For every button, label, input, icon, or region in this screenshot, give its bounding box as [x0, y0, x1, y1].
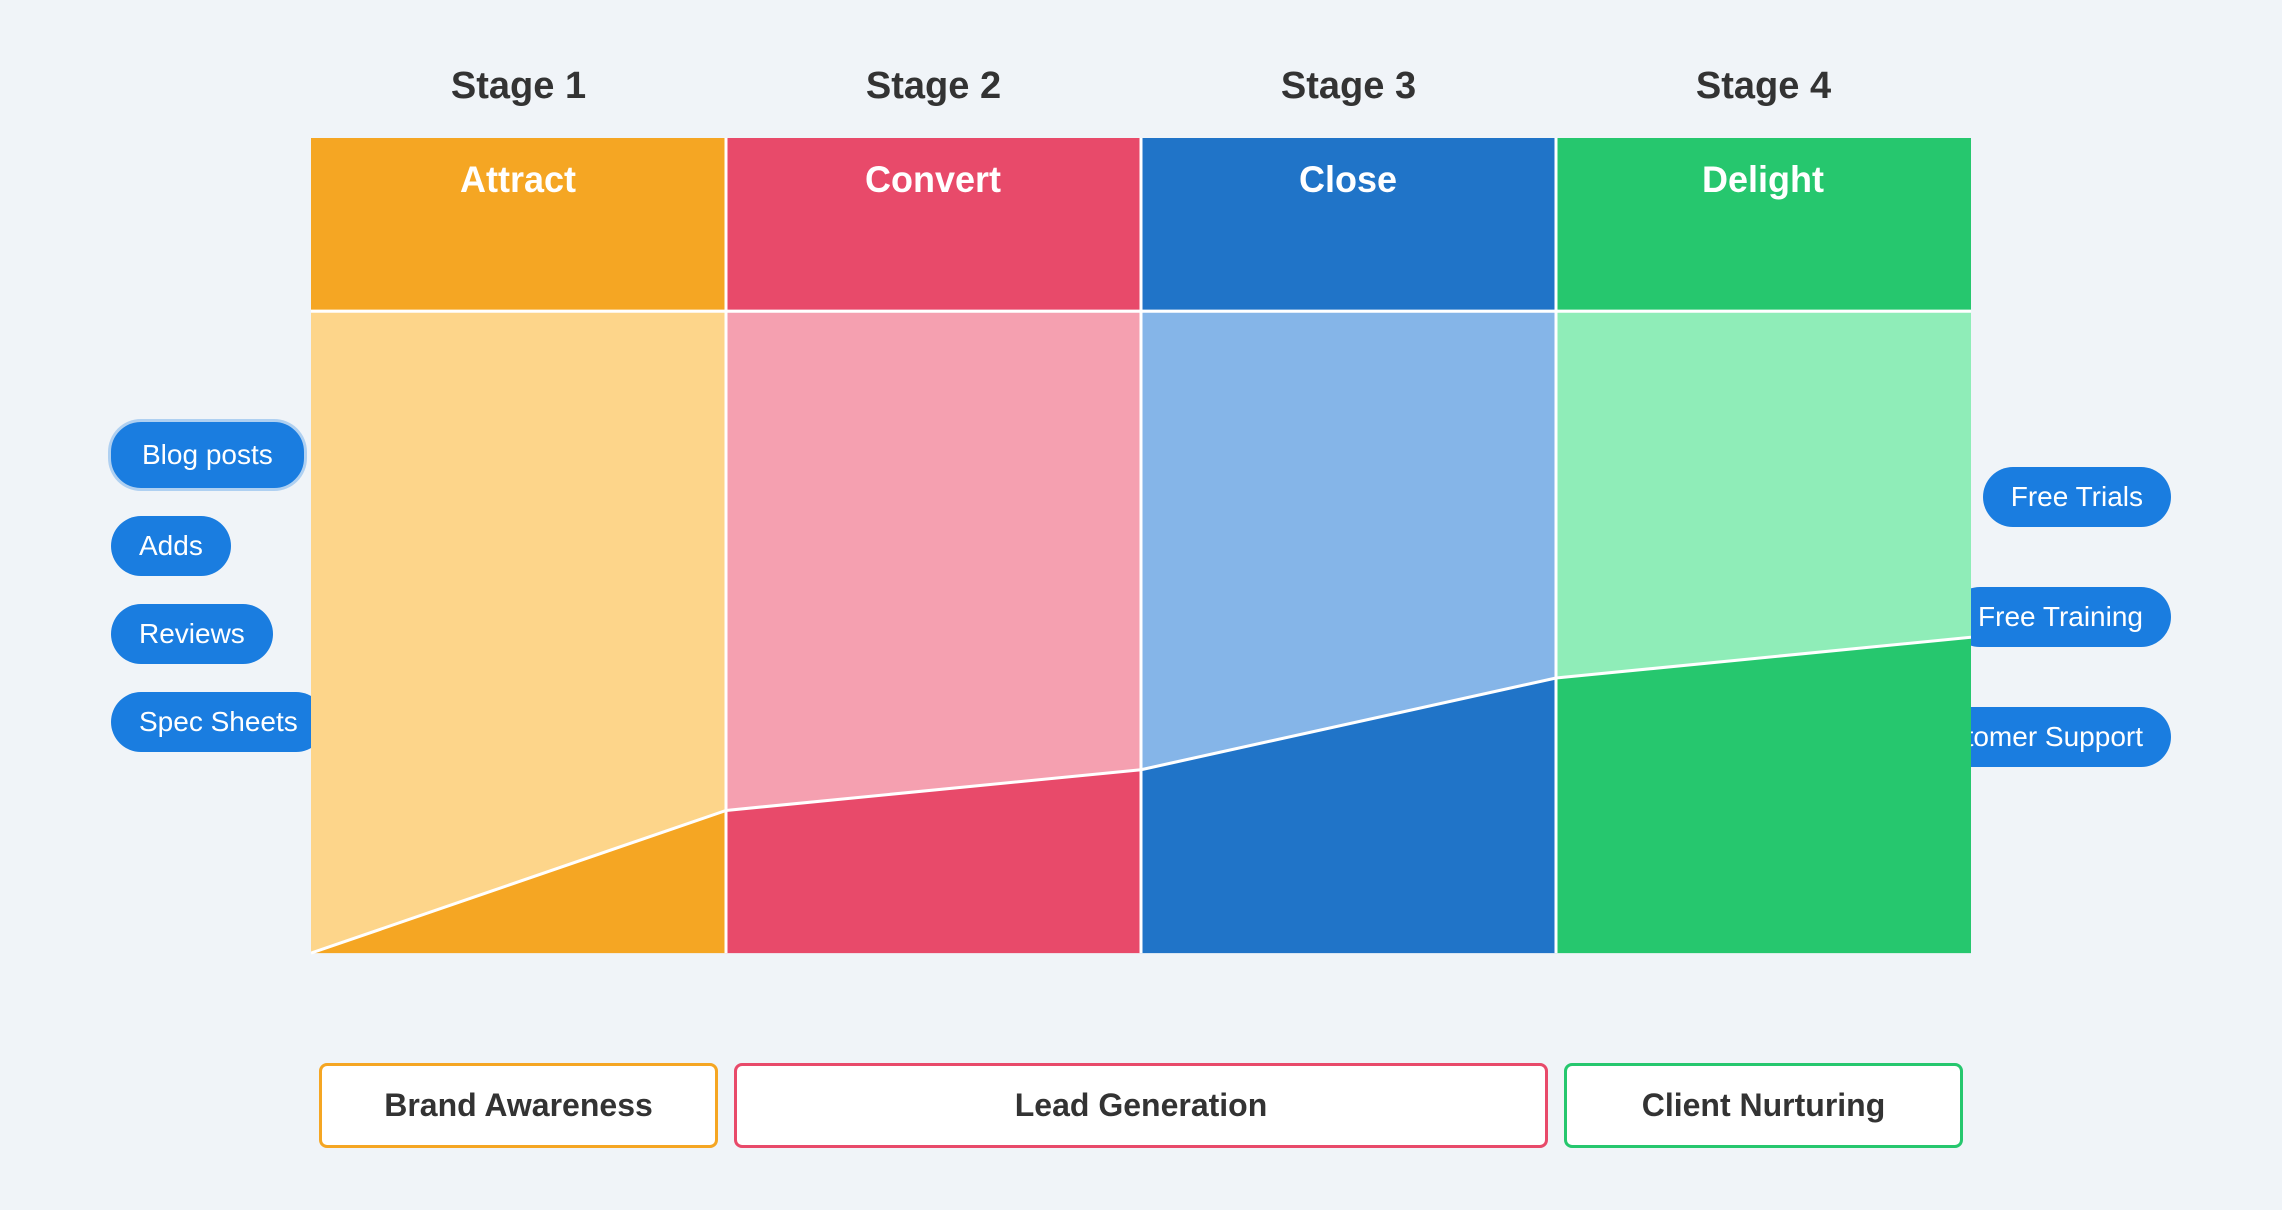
lead-generation-label: Lead Generation: [726, 1055, 1556, 1155]
funnel-svg: Attract Convert Close: [311, 138, 1971, 1055]
left-sidebar: Blog posts Adds Reviews Spec Sheets: [91, 138, 311, 1155]
spec-sheets-button[interactable]: Spec Sheets: [111, 692, 326, 752]
main-area: Blog posts Adds Reviews Spec Sheets Attr…: [91, 138, 2191, 1155]
reviews-button[interactable]: Reviews: [111, 604, 273, 664]
right-sidebar: Free Trials Free Training Customer Suppo…: [1971, 138, 2191, 1155]
stage-headers: Stage 1 Stage 2 Stage 3 Stage 4: [311, 55, 1971, 128]
stage-2-header: Stage 2: [726, 55, 1141, 128]
brand-awareness-label: Brand Awareness: [311, 1055, 726, 1155]
client-nurturing-box: Client Nurturing: [1564, 1063, 1963, 1148]
svg-text:Close: Close: [1299, 159, 1397, 200]
svg-text:Attract: Attract: [460, 159, 576, 200]
bottom-labels: Brand Awareness Lead Generation Client N…: [311, 1055, 1971, 1155]
lead-generation-box: Lead Generation: [734, 1063, 1548, 1148]
stage-3-header: Stage 3: [1141, 55, 1556, 128]
blog-posts-button[interactable]: Blog posts: [111, 422, 304, 488]
adds-button[interactable]: Adds: [111, 516, 231, 576]
svg-text:Delight: Delight: [1702, 159, 1824, 200]
funnel-container: Attract Convert Close: [311, 138, 1971, 1055]
chart-area: Attract Convert Close: [311, 138, 1971, 1155]
brand-awareness-box: Brand Awareness: [319, 1063, 718, 1148]
client-nurturing-label: Client Nurturing: [1556, 1055, 1971, 1155]
svg-text:Convert: Convert: [865, 159, 1001, 200]
stage-4-header: Stage 4: [1556, 55, 1971, 128]
main-container: Stage 1 Stage 2 Stage 3 Stage 4 Blog pos…: [91, 55, 2191, 1155]
free-training-button[interactable]: Free Training: [1950, 587, 2171, 647]
free-trials-button[interactable]: Free Trials: [1983, 467, 2171, 527]
stage-1-header: Stage 1: [311, 55, 726, 128]
